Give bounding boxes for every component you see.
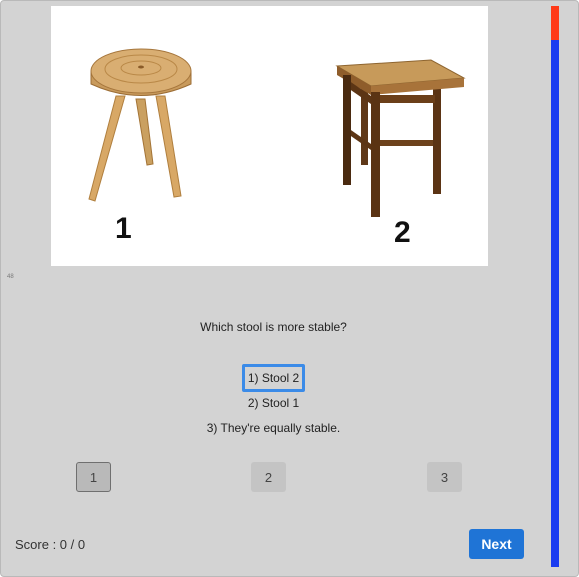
answer-option-2-label: 2) Stool 1 — [247, 396, 300, 410]
progress-bar — [551, 6, 559, 567]
stool-comparison-image: 1 2 — [51, 6, 488, 266]
quiz-window: 1 2 48 Which stool is more stable? 1) St… — [0, 0, 579, 577]
next-button[interactable]: Next — [469, 529, 524, 559]
stool-2-label: 2 — [394, 216, 411, 249]
answer-option-3[interactable]: 3) They're equally stable. — [1, 419, 546, 437]
answer-option-1[interactable]: 1) Stool 2 — [1, 364, 546, 392]
round-three-leg-stool-image — [88, 48, 192, 202]
square-four-leg-stool-image — [335, 59, 466, 217]
figure-number: 48 — [7, 274, 14, 280]
stool-1-label: 1 — [115, 212, 132, 245]
answer-option-3-label: 3) They're equally stable. — [206, 421, 341, 435]
answer-option-2[interactable]: 2) Stool 1 — [1, 394, 546, 412]
progress-bar-fill — [551, 6, 559, 40]
answer-button-1[interactable]: 1 — [76, 462, 111, 492]
answer-button-3[interactable]: 3 — [427, 462, 462, 492]
answer-button-2[interactable]: 2 — [251, 462, 286, 492]
answer-option-1-label: 1) Stool 2 — [241, 364, 306, 392]
question-text: Which stool is more stable? — [200, 320, 347, 334]
score-text: Score : 0 / 0 — [15, 537, 86, 552]
